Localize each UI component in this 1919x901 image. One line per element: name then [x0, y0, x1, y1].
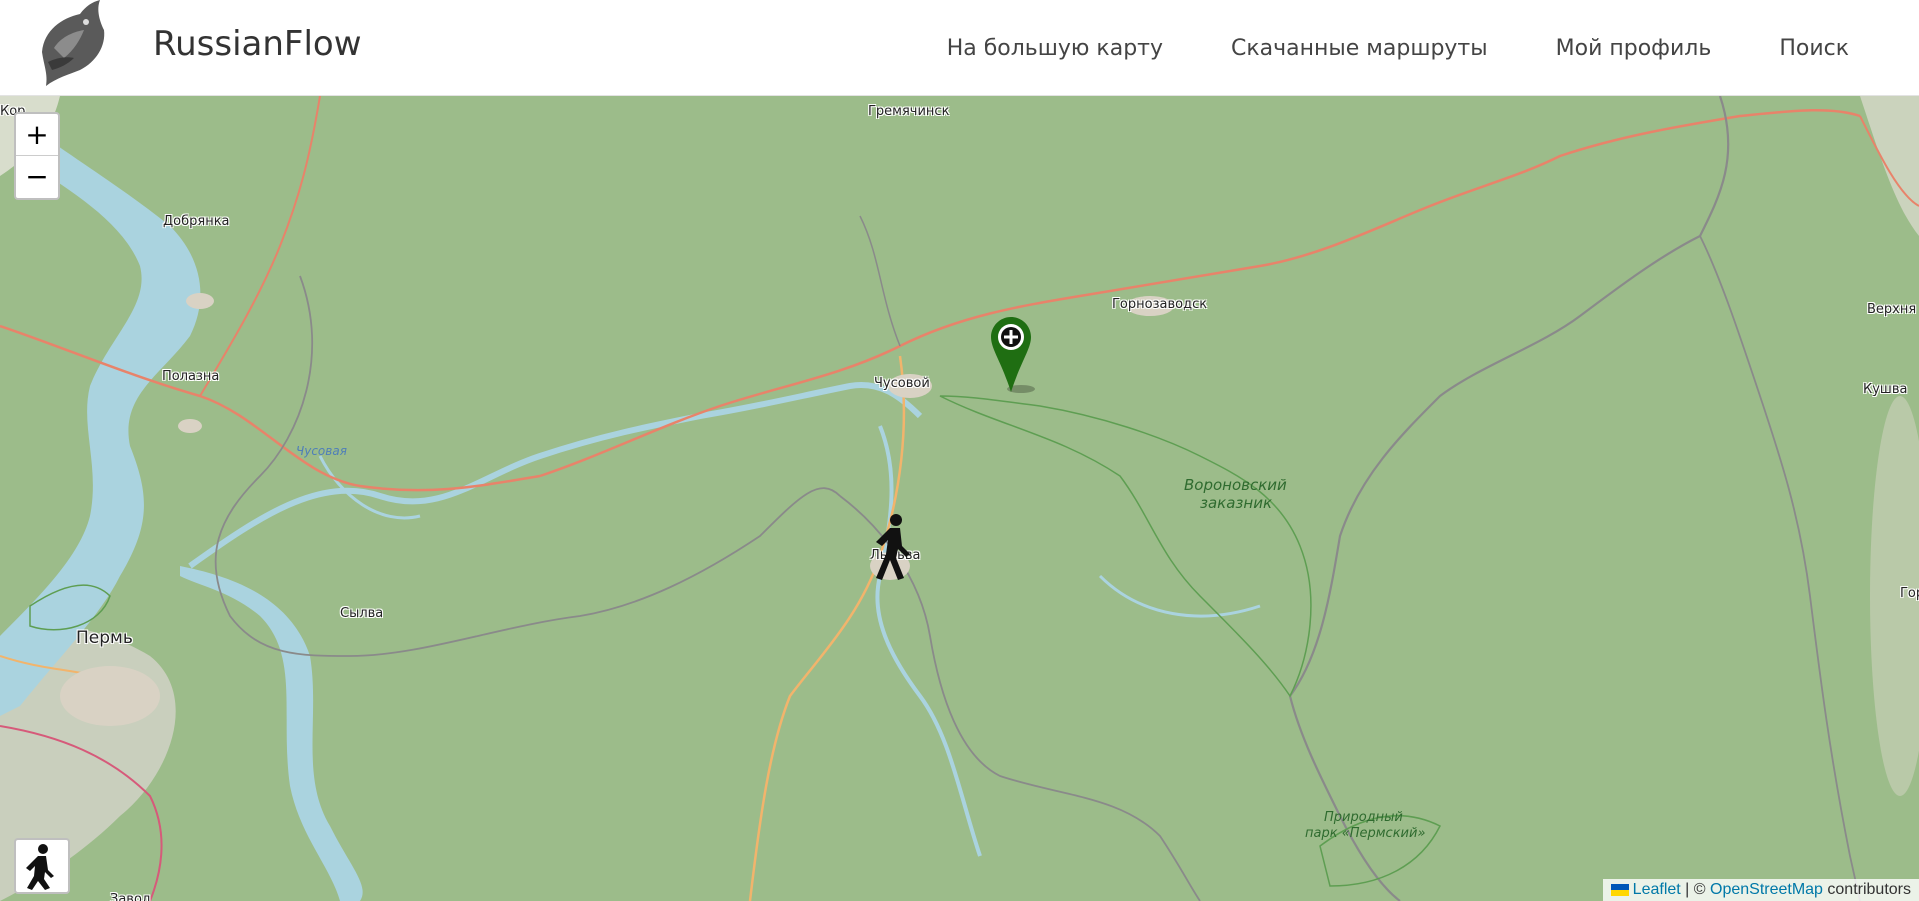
openstreetmap-link[interactable]: OpenStreetMap [1710, 881, 1823, 898]
map-label-sylva: Сылва [340, 606, 384, 621]
walk-mode-button[interactable] [14, 838, 70, 894]
leaflet-link[interactable]: Leaflet [1633, 881, 1681, 898]
zoom-out-button[interactable]: − [16, 156, 58, 197]
map-label-gor: Гор [1900, 586, 1919, 601]
map-label-chusovaya-river: Чусовая [296, 444, 347, 458]
map-label-chusovoy: Чусовой [874, 376, 930, 391]
map-tiles [0, 96, 1919, 901]
map-label-dobryanka: Добрянка [163, 214, 230, 229]
map-label-polazna: Полазна [162, 369, 220, 384]
map-label-voronovsky-2: заказник [1200, 494, 1273, 512]
map-label-gornozavodsk: Горнозаводск [1112, 297, 1208, 312]
map-label-verkhn: Верхня [1867, 302, 1917, 317]
map-label-park-1: Природный [1324, 810, 1403, 825]
attribution-separator: | © [1680, 881, 1710, 898]
navbar: RussianFlow На большую карту Скачанные м… [0, 0, 1919, 96]
nav-my-profile[interactable]: Мой профиль [1556, 36, 1712, 61]
map-label-park-2: парк «Пермский» [1305, 826, 1426, 841]
map-label-perm: Пермь [76, 628, 133, 648]
nav-downloaded-routes[interactable]: Скачанные маршруты [1231, 36, 1488, 61]
nav-search[interactable]: Поиск [1779, 36, 1849, 61]
map-label-voronovsky-1: Вороновский [1184, 476, 1287, 494]
nav-links: На большую карту Скачанные маршруты Мой … [913, 0, 1919, 96]
map-attribution: Leaflet | © OpenStreetMap contributors [1602, 879, 1919, 901]
add-point-marker-icon[interactable] [991, 317, 1039, 397]
map-label-kushva: Кушва [1863, 382, 1908, 397]
logo-icon[interactable] [34, 0, 110, 86]
attribution-suffix: contributors [1822, 881, 1911, 898]
map-label-gremyachinsk: Гремячинск [868, 104, 950, 119]
zoom-control: + − [14, 112, 60, 200]
walking-person-icon [26, 844, 54, 890]
map-label-zavod: Завод [110, 892, 151, 901]
pedestrian-marker-icon[interactable] [872, 514, 916, 580]
nav-big-map[interactable]: На большую карту [947, 36, 1163, 61]
zoom-in-button[interactable]: + [16, 114, 58, 156]
brand-title[interactable]: RussianFlow [153, 24, 362, 64]
ukraine-flag-icon [1610, 883, 1629, 896]
map-view[interactable]: Гремячинск Добрянка Полазна Чусовая Чусо… [0, 96, 1919, 901]
